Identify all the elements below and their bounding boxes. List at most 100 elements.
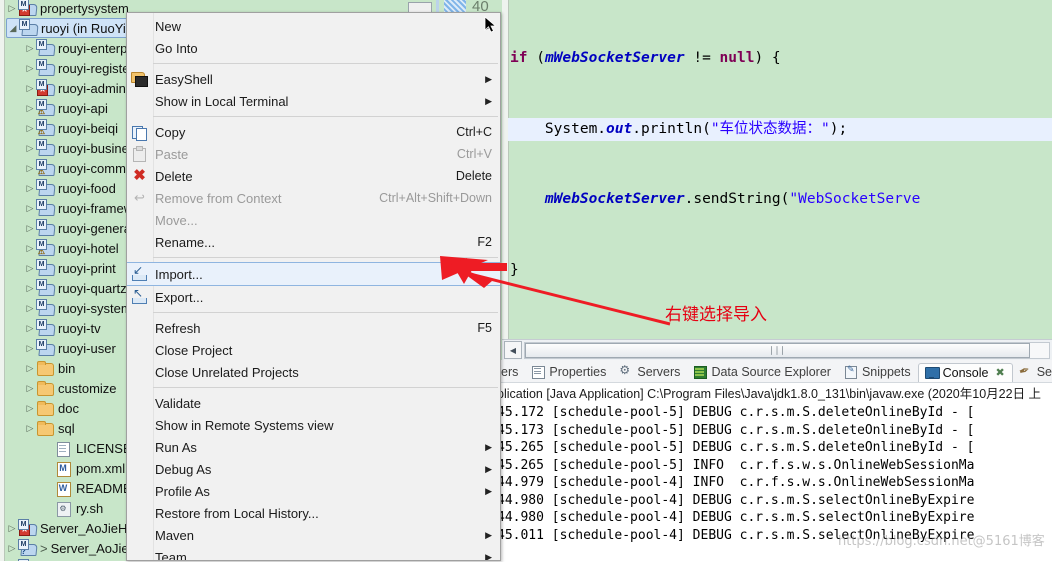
console-line: 45.011 [schedule-pool-4] DEBUG c.r.s.m.S… [497,527,975,543]
scroll-left-arrow[interactable]: ◀ [504,341,522,359]
menu-item-show-in-remote-systems-view[interactable]: Show in Remote Systems view [127,414,500,436]
view-tab-label: Properties [549,365,607,379]
tree-twisty-icon[interactable]: ▷ [24,243,36,254]
tree-twisty-icon[interactable]: ▷ [24,123,36,134]
tree-twisty-icon[interactable]: ▷ [24,223,36,234]
tree-twisty-icon[interactable]: ▷ [24,383,36,394]
folder-icon [36,420,54,436]
tree-item-label: Server_AoJie [50,540,129,556]
project-context-menu[interactable]: New ▶ Go Into >_ EasyShell ▶ Show in Local Ter… [126,12,501,561]
menu-item-run-as[interactable]: Run As ▶ [127,436,500,458]
code-editor[interactable]: if (mWebSocketServer != null) { System.o… [502,0,1052,339]
editor-horizontal-scrollbar[interactable]: ◀ ∣∣∣ [502,339,1052,360]
submenu-chevron-icon: ▶ [485,529,492,540]
menu-item-refresh[interactable]: Refresh F5 [127,317,500,339]
tree-twisty-icon[interactable]: ◢ [7,23,19,34]
tree-twisty-icon[interactable]: ▷ [24,423,36,434]
maven-project-icon [36,39,54,56]
tree-item-label: ruoyi-beiqi [58,120,118,136]
menu-item-new[interactable]: New ▶ [127,15,500,37]
menu-item-label: Paste [155,146,189,162]
error-badge-icon: ✕ [19,5,30,16]
tree-twisty-icon[interactable]: ▷ [24,203,36,214]
error-badge-icon: ✕ [19,525,30,536]
maven-project-warn-icon: ⚠ [36,99,54,116]
view-tab-console[interactable]: Console ✖ [917,363,1013,382]
tree-twisty-icon[interactable]: ▷ [24,183,36,194]
menu-item-import[interactable]: Import... [127,262,500,286]
menu-item-label: Import... [155,266,203,282]
scroll-track[interactable]: ∣∣∣ [524,341,1050,359]
view-tab-snippets[interactable]: Snippets [838,363,918,382]
menu-item-validate[interactable]: Validate [127,392,500,414]
menu-item-maven[interactable]: Maven ▶ [127,524,500,546]
menu-item-debug-as[interactable]: Debug As ▶ [127,458,500,480]
menu-item-profile-as[interactable]: Profile As ▶ [127,480,500,502]
menu-item-label: Go Into [155,40,198,56]
tree-twisty-icon[interactable]: ▷ [24,143,36,154]
submenu-chevron-icon: ▶ [485,95,492,106]
menu-item-label: Run As [155,439,197,455]
tree-item-label: ruoyi-hotel [58,240,119,256]
tree-twisty-icon[interactable]: ▷ [24,83,36,94]
menu-item-team[interactable]: Team ▶ [127,546,500,561]
menu-item-restore-from-local-history[interactable]: Restore from Local History... [127,502,500,524]
tree-twisty-icon[interactable]: ▷ [24,63,36,74]
view-tab-servers[interactable]: Servers [613,363,687,382]
view-tab-data-source-explorer[interactable]: Data Source Explorer [687,363,838,382]
maven-project-icon [36,259,54,276]
snippets-icon [844,364,858,379]
scroll-thumb[interactable]: ∣∣∣ [525,342,1031,358]
view-tab-se[interactable]: Se [1013,363,1052,382]
tree-twisty-icon[interactable]: ▷ [6,3,18,14]
menu-item-label: Restore from Local History... [155,505,319,521]
console-view[interactable]: plication [Java Application] C:\Program … [495,382,1052,562]
tree-twisty-icon[interactable]: ▷ [24,43,36,54]
menu-item-shortcut: Ctrl+Alt+Shift+Down [379,191,492,205]
submenu-chevron-icon: ▶ [485,485,492,496]
menu-item-close-unrelated-projects[interactable]: Close Unrelated Projects [127,361,500,383]
console-line: 44.979 [schedule-pool-4] INFO c.r.f.s.w.… [497,475,975,490]
editor-code[interactable]: if (mWebSocketServer != null) { System.o… [510,0,920,339]
tree-twisty-icon[interactable]: ▷ [24,103,36,114]
context-menu-items[interactable]: New ▶ Go Into >_ EasyShell ▶ Show in Local Ter… [127,13,500,561]
tree-twisty-icon[interactable]: ▷ [24,403,36,414]
tree-twisty-icon[interactable]: ▷ [24,283,36,294]
tree-item-label: ruoyi-quartz [58,280,127,296]
maven-project-icon [36,339,54,356]
tree-item-label: pom.xml [76,460,126,476]
menu-item-show-in-local-terminal[interactable]: Show in Local Terminal ▶ [127,90,500,112]
tree-item-label: rouyi-register [58,60,134,76]
view-tab-properties[interactable]: Properties [525,363,613,382]
menu-item-shortcut: Ctrl+V [456,147,492,161]
tree-twisty-icon[interactable]: ▷ [24,163,36,174]
menu-item-paste: Paste Ctrl+V [127,143,500,165]
menu-separator [153,387,498,388]
menu-item-label: Validate [155,395,202,411]
tree-twisty-icon[interactable]: ▷ [24,343,36,354]
maven-project-icon [36,319,54,336]
tree-twisty-icon[interactable]: ▷ [24,363,36,374]
tree-twisty-icon[interactable]: ▷ [6,523,18,534]
tree-twisty-icon[interactable]: ▷ [24,323,36,334]
menu-item-delete[interactable]: ✖ Delete Delete [127,165,500,187]
menu-item-rename[interactable]: Rename... F2 [127,231,500,253]
menu-item-easyshell[interactable]: >_ EasyShell ▶ [127,68,500,90]
menu-item-copy[interactable]: Copy Ctrl+C [127,121,500,143]
maven-project-warn-icon: ⚠ [36,159,54,176]
menu-item-export[interactable]: Export... [127,286,500,308]
menu-item-label: Copy [155,124,186,140]
menu-item-close-project[interactable]: Close Project [127,339,500,361]
console-line: 45.172 [schedule-pool-5] DEBUG c.r.s.m.S… [497,405,975,420]
maven-project-icon [36,179,54,196]
menu-item-go-into[interactable]: Go Into [127,37,500,59]
tree-twisty-icon[interactable]: ▷ [24,263,36,274]
close-icon[interactable]: ✖ [995,366,1004,379]
view-tab-bar[interactable]: ers Properties Servers Data Source Explorer… [495,360,1052,382]
error-badge-icon: ✕ [37,85,48,96]
tree-twisty-icon[interactable]: ▷ [6,543,18,554]
tree-item-label: sql [58,420,75,436]
tree-twisty-icon[interactable]: ▷ [24,303,36,314]
file-type-glyph: M [59,463,67,473]
